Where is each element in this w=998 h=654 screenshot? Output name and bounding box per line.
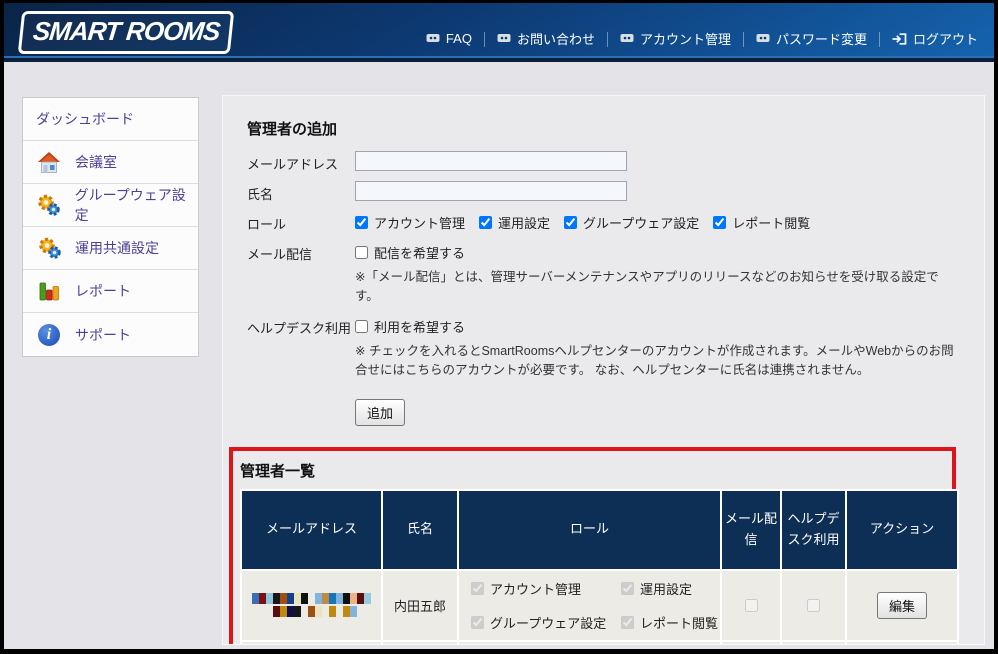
redacted-email: [246, 593, 377, 617]
add-admin-title: 管理者の追加: [247, 118, 960, 139]
column-header-email: メールアドレス: [241, 490, 382, 570]
logo-text: SMART ROOMS: [32, 16, 222, 46]
column-header-mail-delivery: メール配信: [721, 490, 781, 570]
row-role-operation-label: 運用設定: [640, 579, 692, 598]
main-content: 管理者の追加 メールアドレス 氏名 ロール アカウント管理: [222, 95, 985, 645]
helpdesk-option-label: 利用を希望する: [374, 317, 465, 336]
name-label: 氏名: [247, 181, 355, 203]
helpdesk-note: ※ チェックを入れるとSmartRoomsヘルプセンターのアカウントが作成されま…: [355, 342, 960, 381]
sidebar: ダッシュボード 会議室 グループウェア設定 運用共通設定 レポート: [22, 97, 199, 357]
admin-table-header-row: メールアドレス 氏名 ロール メール配信 ヘルプデスク利用 アクション: [241, 490, 958, 570]
smartrooms-logo: SMART ROOMS: [18, 11, 235, 54]
top-navigation: FAQ お問い合わせ アカウント管理 パスワード変更: [426, 3, 978, 56]
chat-icon: [756, 33, 770, 44]
sidebar-item-groupware-settings[interactable]: グループウェア設定: [23, 184, 198, 227]
column-header-helpdesk: ヘルプデスク利用: [781, 490, 846, 570]
sidebar-item-meeting-rooms-label: 会議室: [75, 152, 117, 172]
nav-contact-label: お問い合わせ: [517, 29, 595, 48]
role-groupware-checkbox[interactable]: [564, 216, 577, 229]
role-report-view-label: レポート閲覧: [732, 213, 810, 232]
mail-delivery-label: メール配信: [247, 241, 355, 263]
name-input[interactable]: [355, 181, 627, 201]
row-role-groupware-label: グループウェア設定: [490, 613, 606, 632]
mail-delivery-option-label: 配信を希望する: [374, 243, 465, 262]
sidebar-item-groupware-settings-label: グループウェア設定: [75, 185, 198, 225]
gears-icon: [36, 236, 62, 260]
nav-contact[interactable]: お問い合わせ: [497, 29, 595, 48]
chat-icon: [620, 33, 634, 44]
home-icon: [36, 150, 62, 174]
sidebar-item-operation-settings[interactable]: 運用共通設定: [23, 227, 198, 270]
row-role-report-view-checkbox: [621, 616, 634, 629]
role-groupware-label: グループウェア設定: [583, 213, 699, 232]
admin-name: 内田五郎: [382, 570, 458, 641]
helpdesk-label: ヘルプデスク利用: [247, 315, 355, 337]
sidebar-item-report[interactable]: レポート: [23, 270, 198, 313]
admin-name: 内田四郎: [382, 641, 458, 646]
column-header-actions: アクション: [846, 490, 958, 570]
row-helpdesk-checkbox: [807, 599, 820, 612]
header-divider-dark: [4, 58, 994, 62]
nav-separator: [879, 32, 880, 47]
mail-delivery-row: メール配信 配信を希望する ※「メール配信」とは、管理サーバーメンテナンスやアプ…: [247, 241, 960, 307]
column-header-name: 氏名: [382, 490, 458, 570]
sidebar-item-support[interactable]: i サポート: [23, 313, 198, 356]
nav-password-change-label: パスワード変更: [776, 29, 867, 48]
nav-logout[interactable]: ログアウト: [892, 29, 978, 48]
add-button[interactable]: 追加: [355, 399, 405, 426]
email-input[interactable]: [355, 151, 627, 171]
sidebar-item-meeting-rooms[interactable]: 会議室: [23, 141, 198, 184]
sidebar-item-operation-settings-label: 運用共通設定: [75, 238, 159, 258]
edit-button[interactable]: 編集: [877, 592, 927, 619]
nav-account-management[interactable]: アカウント管理: [620, 29, 731, 48]
role-label: ロール: [247, 211, 355, 233]
email-row: メールアドレス: [247, 151, 960, 173]
role-row: ロール アカウント管理 運用設定 グループウェア設定 レポート閲覧: [247, 211, 960, 233]
nav-separator: [607, 32, 608, 47]
nav-separator: [484, 32, 485, 47]
info-icon: i: [36, 323, 62, 347]
mail-delivery-checkbox[interactable]: [355, 246, 368, 259]
helpdesk-checkbox[interactable]: [355, 320, 368, 333]
chat-icon: [497, 33, 511, 44]
sidebar-item-report-label: レポート: [75, 281, 131, 301]
top-header: SMART ROOMS FAQ お問い合わせ アカウント管理: [4, 3, 994, 56]
role-account-mgmt-label: アカウント管理: [374, 213, 465, 232]
add-admin-form: メールアドレス 氏名 ロール アカウント管理 運用設定: [247, 151, 960, 426]
role-account-mgmt-checkbox[interactable]: [355, 216, 368, 229]
admin-table: メールアドレス 氏名 ロール メール配信 ヘルプデスク利用 アクション 内田五郎: [240, 489, 959, 646]
row-role-account-mgmt-checkbox: [471, 582, 484, 595]
nav-password-change[interactable]: パスワード変更: [756, 29, 867, 48]
row-role-report-view-label: レポート閲覧: [640, 613, 718, 632]
admin-table-row: 内田四郎 アカウント管理 運用設定 グループウェア設定 レポート閲覧: [241, 641, 958, 646]
row-role-account-mgmt-label: アカウント管理: [490, 579, 581, 598]
helpdesk-row: ヘルプデスク利用 利用を希望する ※ チェックを入れるとSmartRoomsヘル…: [247, 315, 960, 381]
bar-chart-icon: [36, 279, 62, 303]
nav-logout-label: ログアウト: [913, 29, 978, 48]
role-operation-label: 運用設定: [498, 213, 550, 232]
row-mail-delivery-checkbox: [745, 599, 758, 612]
nav-faq-label: FAQ: [446, 31, 472, 46]
app-window: SMART ROOMS FAQ お問い合わせ アカウント管理: [4, 3, 994, 649]
name-row: 氏名: [247, 181, 960, 203]
mail-delivery-note: ※「メール配信」とは、管理サーバーメンテナンスやアプリのリリースなどのお知らせを…: [355, 268, 960, 307]
column-header-role: ロール: [458, 490, 721, 570]
nav-faq[interactable]: FAQ: [426, 31, 472, 46]
admin-list-section: 管理者一覧 メールアドレス 氏名 ロール メール配信 ヘルプデスク利用 アクショ…: [229, 447, 956, 646]
nav-separator: [743, 32, 744, 47]
logout-icon: [892, 33, 907, 45]
chat-icon: [426, 33, 440, 44]
admin-table-row: 内田五郎 アカウント管理 運用設定 グループウェア設定 レポート閲覧: [241, 570, 958, 641]
sidebar-item-support-label: サポート: [75, 325, 131, 345]
role-report-view-checkbox[interactable]: [713, 216, 726, 229]
sidebar-item-dashboard-label: ダッシュボード: [36, 109, 134, 129]
admin-list-title: 管理者一覧: [240, 460, 952, 481]
row-role-operation-checkbox: [621, 582, 634, 595]
role-operation-checkbox[interactable]: [479, 216, 492, 229]
sidebar-item-dashboard[interactable]: ダッシュボード: [23, 98, 198, 141]
row-role-groupware-checkbox: [471, 616, 484, 629]
gears-icon: [36, 193, 62, 217]
email-label: メールアドレス: [247, 151, 355, 173]
nav-account-management-label: アカウント管理: [640, 29, 731, 48]
